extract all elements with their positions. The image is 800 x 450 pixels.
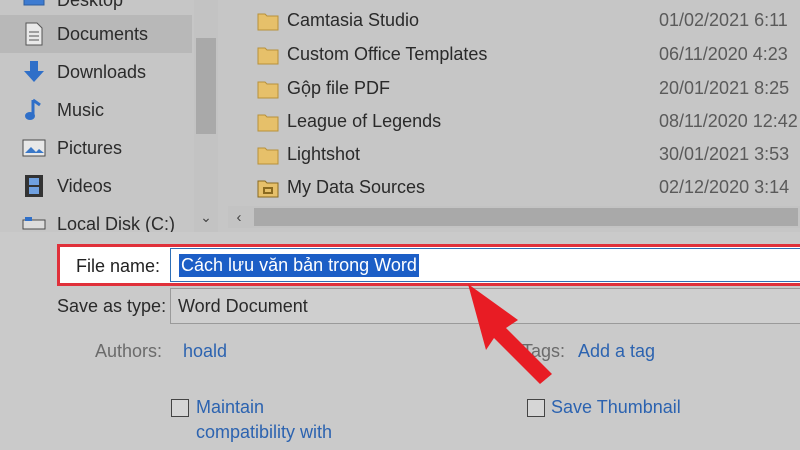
folder-icon xyxy=(257,145,279,165)
folder-icon xyxy=(257,11,279,31)
maintain-compatibility-label-line1: Maintain xyxy=(196,397,265,417)
save-as-type-value: Word Document xyxy=(178,295,308,316)
data-sources-folder-icon xyxy=(257,178,279,198)
file-date: 01/02/2021 6:11 xyxy=(659,10,788,30)
nav-item-label: Pictures xyxy=(57,137,123,158)
file-date: 06/11/2020 4:23 xyxy=(659,44,788,64)
folder-icon xyxy=(257,45,279,65)
file-name: Lightshot xyxy=(287,144,361,164)
file-list: Camtasia Studio 01/02/2021 6:11 Custom O… xyxy=(228,0,800,232)
file-row[interactable]: Lightshot 30/01/2021 3:53 xyxy=(228,138,800,171)
file-name: Custom Office Templates xyxy=(287,44,488,64)
file-row[interactable]: My Data Sources 02/12/2020 3:14 xyxy=(228,171,800,204)
nav-item-documents[interactable]: Documents xyxy=(0,15,192,53)
file-name-value: Cách lưu văn bản trong Word xyxy=(179,253,419,277)
file-date: 20/01/2021 8:25 xyxy=(659,78,790,98)
add-tag-link[interactable]: Add a tag xyxy=(578,341,655,362)
downloads-icon xyxy=(22,60,46,84)
nav-item-music[interactable]: Music xyxy=(0,91,192,129)
nav-item-downloads[interactable]: Downloads xyxy=(0,53,192,91)
music-icon xyxy=(22,98,46,122)
file-row[interactable]: Gộp file PDF 20/01/2021 8:25 xyxy=(228,72,800,105)
file-browser: Desktop Documents Downloads Music xyxy=(0,0,800,234)
pictures-icon xyxy=(22,136,46,160)
folder-icon xyxy=(257,112,279,132)
nav-item-videos[interactable]: Videos xyxy=(0,167,192,205)
authors-label: Authors: xyxy=(95,341,163,361)
save-as-type-label: Save as type: xyxy=(57,296,167,316)
file-date: 02/12/2020 3:14 xyxy=(659,177,790,197)
file-date: 08/11/2020 12:42 xyxy=(659,111,798,131)
file-date: 30/01/2021 3:53 xyxy=(659,144,790,164)
chevron-down-icon[interactable]: ⌄ xyxy=(196,206,216,228)
save-thumbnail-label: Save Thumbnail xyxy=(551,397,681,417)
maintain-compatibility-label-line2: compatibility with xyxy=(196,422,333,442)
nav-item-label: Downloads xyxy=(57,61,147,82)
authors-value[interactable]: hoald xyxy=(183,341,227,362)
nav-item-label: Videos xyxy=(57,175,112,196)
save-thumbnail-checkbox[interactable] xyxy=(527,399,545,417)
file-row[interactable]: Custom Office Templates 06/11/2020 4:23 xyxy=(228,38,800,71)
nav-item-label: Desktop xyxy=(57,0,123,11)
maintain-compatibility-checkbox[interactable] xyxy=(171,399,189,417)
file-name: My Data Sources xyxy=(287,177,426,197)
folder-icon xyxy=(257,79,279,99)
navigation-pane: Desktop Documents Downloads Music xyxy=(0,0,218,234)
file-row[interactable]: Camtasia Studio 01/02/2021 6:11 xyxy=(228,4,800,37)
documents-icon xyxy=(22,22,46,46)
file-name: League of Legends xyxy=(287,111,442,131)
nav-item-pictures[interactable]: Pictures xyxy=(0,129,192,167)
red-arrow-annotation xyxy=(468,284,552,384)
videos-icon xyxy=(22,174,46,198)
file-name: Gộp file PDF xyxy=(287,78,391,98)
nav-item-label: Music xyxy=(57,99,105,120)
horizontal-scrollbar[interactable]: ‹ xyxy=(228,206,800,228)
file-row[interactable]: League of Legends 08/11/2020 12:42 xyxy=(228,105,800,138)
horizontal-scrollbar-thumb[interactable] xyxy=(254,208,798,226)
nav-scrollbar-thumb[interactable] xyxy=(196,38,216,134)
desktop-icon xyxy=(22,0,46,12)
chevron-left-icon[interactable]: ‹ xyxy=(228,206,250,228)
file-name-label: File name: xyxy=(76,256,161,276)
file-name: Camtasia Studio xyxy=(287,10,420,30)
nav-item-label: Documents xyxy=(57,23,149,44)
